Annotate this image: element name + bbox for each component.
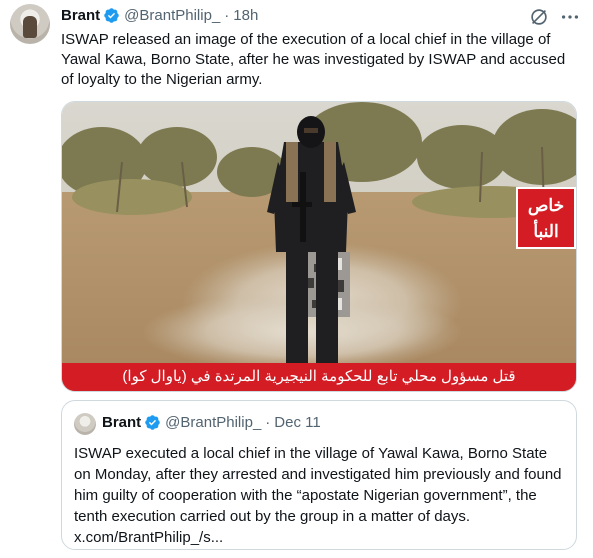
author-name[interactable]: Brant: [61, 7, 100, 24]
author-handle[interactable]: @BrantPhilip_: [124, 7, 220, 24]
separator-dot: ·: [224, 6, 230, 24]
quoted-author-handle: @BrantPhilip_: [165, 414, 262, 431]
media-caption: قتل مسؤول محلي تابع للحكومة النيجيرية ال…: [62, 363, 576, 391]
more-icon[interactable]: [559, 6, 581, 28]
media-scene: [62, 102, 576, 391]
tweet-media-image[interactable]: خاص النبأ قتل مسؤول محلي تابع للحكومة ال…: [61, 101, 577, 392]
quoted-author-avatar: [74, 413, 96, 435]
verified-badge-icon: [104, 7, 119, 23]
quoted-author-name: Brant: [102, 414, 142, 431]
quoted-tweet-text: ISWAP executed a local chief in the vill…: [74, 445, 562, 546]
separator-dot: ·: [265, 414, 271, 431]
quoted-tweet[interactable]: Brant @BrantPhilip_ · Dec 11 ISWAP execu…: [61, 400, 577, 550]
quoted-tweet-timestamp: Dec 11: [274, 414, 321, 431]
verified-badge-icon: [145, 415, 160, 430]
media-logo: خاص النبأ: [516, 187, 576, 249]
quoted-tweet-header: Brant @BrantPhilip_ · Dec 11: [102, 414, 321, 431]
tweet-header: Brant @BrantPhilip_ · 18h: [61, 5, 258, 25]
author-avatar[interactable]: [10, 4, 50, 44]
tweet-timestamp[interactable]: 18h: [233, 7, 258, 24]
grok-icon[interactable]: [528, 6, 550, 28]
tweet-text: ISWAP released an image of the execution…: [61, 31, 566, 88]
